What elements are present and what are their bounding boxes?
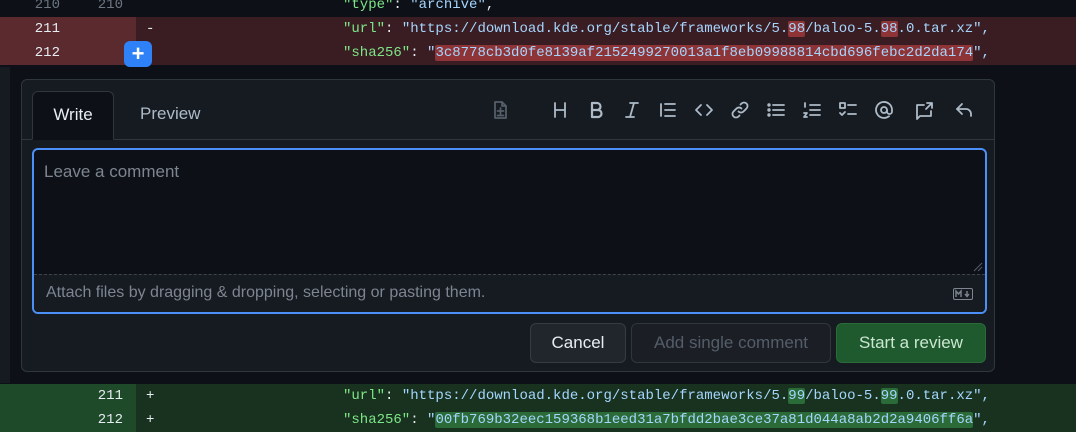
comment-panel: Write Preview Leave a comment Attach fil… xyxy=(21,79,995,372)
new-line-number: 210 xyxy=(97,0,123,13)
diff-sign: + xyxy=(146,412,155,428)
reply-icon[interactable] xyxy=(952,98,976,122)
add-comment-button[interactable]: + xyxy=(124,41,152,67)
old-line-number[interactable]: 212 xyxy=(0,41,60,65)
changed-text-highlight: 99 xyxy=(880,388,898,404)
code-line: "url": "https://download.kde.org/stable/… xyxy=(343,21,990,37)
code-key: "url" xyxy=(343,21,386,37)
code-key: "type" xyxy=(343,0,394,13)
diff-sign: + xyxy=(146,388,155,404)
cross-reference-icon[interactable] xyxy=(912,98,936,122)
tab-write[interactable]: Write xyxy=(32,91,114,140)
code-value: "archive" xyxy=(410,0,486,13)
changed-text-highlight: 98 xyxy=(880,21,898,37)
heading-icon[interactable] xyxy=(548,98,572,122)
diff-context-row: 210 210 "type": "archive", xyxy=(0,0,1076,17)
attach-files-bar[interactable]: Attach files by dragging & dropping, sel… xyxy=(34,274,985,312)
quote-icon[interactable] xyxy=(656,98,680,122)
comment-editor: Attach files by dragging & dropping, sel… xyxy=(32,148,987,314)
code-tail: , xyxy=(485,0,495,13)
new-line-number[interactable]: 211 xyxy=(76,384,123,408)
diff-sign: - xyxy=(146,21,155,37)
bold-icon[interactable] xyxy=(584,98,608,122)
italic-icon[interactable] xyxy=(620,98,644,122)
code-line: "sha256": "3c8778cb3d0fe8139af2152499270… xyxy=(343,45,990,61)
start-review-button[interactable]: Start a review xyxy=(836,323,986,363)
tab-preview[interactable]: Preview xyxy=(120,91,220,140)
code-line: "url": "https://download.kde.org/stable/… xyxy=(343,388,990,404)
old-line-number: 210 xyxy=(34,0,60,13)
changed-text-highlight: 99 xyxy=(788,388,806,404)
link-icon[interactable] xyxy=(728,98,752,122)
task-list-icon[interactable] xyxy=(836,98,860,122)
diff-added-row[interactable]: 212 + "sha256": "00fb769b32eec159368b1ee… xyxy=(0,408,1076,432)
diff-deleted-row[interactable]: 212 "sha256": "3c8778cb3d0fe8139af215249… xyxy=(0,41,1076,65)
diff-added-row[interactable]: 211 + "url": "https://download.kde.org/s… xyxy=(0,384,1076,408)
code-key: "url" xyxy=(343,388,386,404)
code-key: "sha256" xyxy=(343,45,411,61)
changed-text-highlight: 3c8778cb3d0fe8139af2152499270013a1f8eb09… xyxy=(435,45,974,61)
diff-deleted-row[interactable]: 211 - "url": "https://download.kde.org/s… xyxy=(0,17,1076,41)
comment-textarea[interactable] xyxy=(34,150,985,274)
add-single-comment-button[interactable]: Add single comment xyxy=(631,323,831,363)
markdown-icon xyxy=(953,288,973,300)
resize-grip-icon[interactable] xyxy=(971,260,983,272)
code-icon[interactable] xyxy=(692,98,716,122)
mention-icon[interactable] xyxy=(872,98,896,122)
comment-tabs: Write Preview xyxy=(22,80,994,140)
bulleted-list-icon[interactable] xyxy=(764,98,788,122)
gutter-strip xyxy=(0,67,10,383)
old-line-number[interactable]: 211 xyxy=(0,17,60,41)
attach-files-hint: Attach files by dragging & dropping, sel… xyxy=(46,284,486,301)
changed-text-highlight: 98 xyxy=(788,21,806,37)
new-line-number[interactable]: 212 xyxy=(76,408,123,432)
code-line: "type": "archive", xyxy=(343,0,494,17)
cancel-button[interactable]: Cancel xyxy=(530,323,626,363)
add-file-icon xyxy=(488,98,512,122)
numbered-list-icon[interactable] xyxy=(800,98,824,122)
code-line: "sha256": "00fb769b32eec159368b1eed31a7b… xyxy=(343,412,990,428)
